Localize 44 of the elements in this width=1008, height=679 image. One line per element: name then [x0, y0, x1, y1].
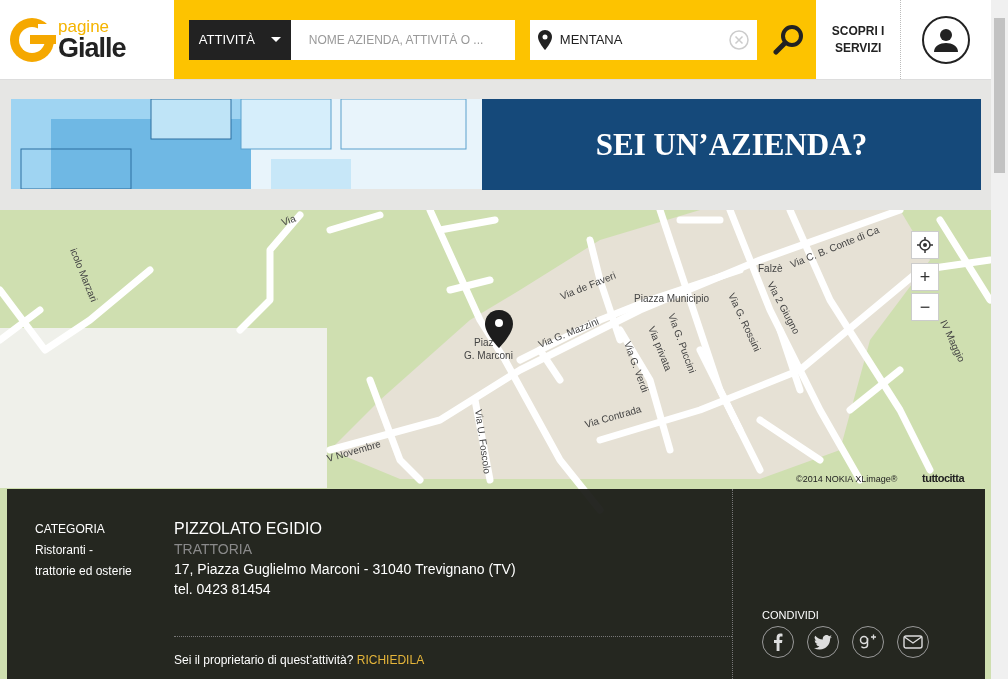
location-field[interactable]: MENTANA: [529, 19, 757, 60]
locate-button[interactable]: [911, 231, 939, 259]
banner-headline: SEI UN’AZIENDA?: [595, 126, 868, 163]
crosshair-icon: [917, 237, 933, 253]
street-label: G. Marconi: [464, 350, 513, 361]
street-label: Piazza Municipio: [634, 293, 710, 304]
business-name: PIZZOLATO EGIDIO: [174, 519, 323, 539]
logo-text: Gialle: [58, 34, 126, 62]
street-label: Via U. Foscolo: [473, 408, 493, 475]
envelope-icon: [903, 635, 923, 649]
zoom-out-button[interactable]: −: [911, 293, 939, 321]
street-label: Falzè: [758, 263, 783, 274]
facebook-icon: [773, 633, 783, 651]
map-copyright: ©2014 NOKIA XLimage®: [796, 474, 898, 484]
person-icon: [933, 26, 960, 53]
zoom-in-button[interactable]: +: [911, 263, 939, 291]
services-link[interactable]: SCOPRI I SERVIZI: [816, 0, 902, 79]
share-label: CONDIVIDI: [762, 609, 820, 621]
street-label: Via Contrada: [583, 403, 643, 430]
location-pin-icon: [537, 29, 552, 50]
street-label: Via G. Verdi: [622, 339, 651, 394]
category-dropdown[interactable]: ATTIVITÀ: [188, 19, 291, 60]
street-label: Via de Faveri: [558, 269, 618, 302]
business-phone: tel. 0423 81454: [174, 580, 272, 599]
street-label: IV Maggio: [938, 318, 968, 364]
street-label: V Novembre: [325, 438, 382, 464]
map-provider-logo: tuttocitta: [922, 472, 965, 484]
bird-icon: [814, 634, 832, 650]
category-label: CATEGORIA: [35, 522, 105, 536]
business-type: TRATTORIA: [174, 540, 254, 559]
banner-panel[interactable]: SEI UN’AZIENDA?: [482, 99, 981, 190]
street-label: Via: [279, 212, 298, 228]
street-label: Piaz: [474, 337, 494, 348]
claim-link[interactable]: RICHIEDILA: [356, 653, 425, 667]
owner-claim-text: Sei il proprietario di quest’attività? RICHIEDILA: [174, 636, 732, 679]
search-field[interactable]: NOME AZIENDA, ATTIVITÀ O ...: [290, 19, 515, 60]
search-button[interactable]: [772, 23, 805, 56]
google-plus-icon: [859, 634, 877, 650]
category-value: Ristoranti - trattorie ed osterie: [35, 542, 133, 580]
search-icon: [772, 23, 805, 56]
business-address: 17, Piazza Guglielmo Marconi - 31040 Trevignano (TV): [174, 560, 517, 579]
street-label: Via C. B. Conte di Ca: [788, 224, 881, 270]
scrollbar[interactable]: [991, 0, 1008, 679]
logo-text: pagine: [58, 17, 111, 35]
